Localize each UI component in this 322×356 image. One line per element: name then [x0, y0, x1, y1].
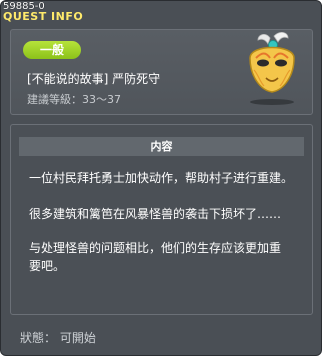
description-paragraph: 很多建筑和篱笆在风暴怪兽的袭击下损坏了……: [29, 207, 282, 221]
level-recommendation: 建議等級：33～37: [27, 93, 121, 106]
quest-content-panel: 内容 一位村民拜托勇士加快动作，帮助村子进行重建。 很多建筑和篱笆在风暴怪兽的袭…: [10, 124, 313, 315]
golden-mask-icon: [249, 32, 295, 105]
description-paragraph: 一位村民拜托勇士加快动作，帮助村子进行重建。: [29, 171, 294, 185]
quest-info-window: 59885-0 QUEST INFO 一般 [不能说的故事] 严防死守 建議等級…: [0, 0, 322, 356]
window-title[interactable]: QUEST INFO: [3, 10, 133, 24]
category-badge: 一般: [23, 41, 81, 59]
description-paragraph: 与处理怪兽的问题相比，他们的生存应该更加重要吧。: [29, 241, 282, 273]
quest-title: [不能说的故事] 严防死守: [27, 72, 161, 86]
quest-status: 狀態： 可開始: [20, 331, 96, 345]
content-section-header: 内容: [19, 137, 304, 156]
quest-header-panel: 一般 [不能说的故事] 严防死守 建議等級：33～37: [10, 29, 313, 115]
